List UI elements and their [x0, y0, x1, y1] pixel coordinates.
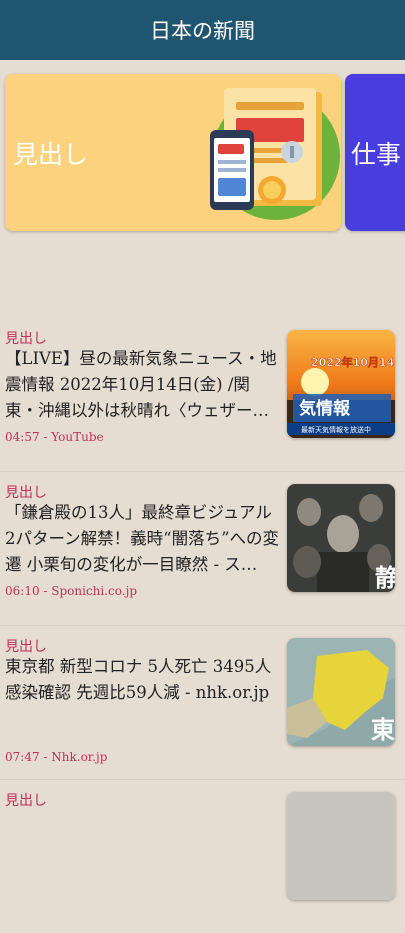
app-bar: 日本の新聞 — [0, 0, 405, 60]
news-item[interactable]: 見出し 「鎌倉殿の13人」最終章ビジュアル2パターン解禁！義時“闇落ち”への変遷… — [0, 472, 405, 626]
thumb-caption-text: 最新天気情報を放送中 — [301, 425, 371, 434]
category-card-business[interactable]: 仕事 — [345, 74, 405, 231]
news-thumbnail[interactable]: 東 — [287, 638, 395, 746]
newspaper-illustration-icon — [210, 88, 340, 220]
news-thumbnail[interactable]: 2022年10月14日(金) 気情報 最新天気情報を放送中 — [287, 330, 395, 438]
category-card-label: 仕事 — [351, 139, 402, 169]
news-thumbnail[interactable] — [287, 792, 395, 900]
category-card-label: 見出し — [13, 139, 89, 169]
news-list: 見出し 【LIVE】昼の最新気象ニュース・地震情報 2022年10月14日(金)… — [0, 318, 405, 933]
thumb-date-text: 2022年10月14日(金) — [311, 355, 395, 369]
app-title: 日本の新聞 — [150, 19, 255, 43]
news-category: 見出し — [5, 639, 47, 655]
thumb-big-text: 東 — [371, 716, 395, 744]
news-title[interactable]: 東京都 新型コロナ 5人死亡 3495人感染確認 先週比59人減 - nhk.o… — [5, 654, 282, 732]
news-item[interactable]: 見出し 東京都 新型コロナ 5人死亡 3495人感染確認 先週比59人減 - n… — [0, 626, 405, 780]
news-item[interactable]: 見出し — [0, 780, 405, 933]
thumb-big-text: 静 — [375, 564, 395, 592]
news-title[interactable]: 【LIVE】昼の最新気象ニュース・地震情報 2022年10月14日(金) /関東… — [5, 346, 282, 424]
news-meta: 07:47 - Nhk.or.jp — [5, 750, 108, 764]
news-category: 見出し — [5, 485, 47, 501]
news-category: 見出し — [5, 331, 47, 347]
news-meta: 04:57 - YouTube — [5, 430, 104, 444]
category-card-headlines[interactable]: 見出し — [5, 74, 341, 231]
news-title[interactable]: 「鎌倉殿の13人」最終章ビジュアル2パターン解禁！義時“闇落ち”への変遷 小栗旬… — [5, 500, 282, 578]
news-meta: 06:10 - Sponichi.co.jp — [5, 584, 138, 598]
news-thumbnail[interactable]: 静 — [287, 484, 395, 592]
news-item[interactable]: 見出し 【LIVE】昼の最新気象ニュース・地震情報 2022年10月14日(金)… — [0, 318, 405, 472]
thumb-big-text: 気情報 — [298, 398, 351, 419]
category-carousel[interactable]: 見出し 仕事 — [0, 60, 405, 260]
news-category: 見出し — [5, 793, 47, 809]
